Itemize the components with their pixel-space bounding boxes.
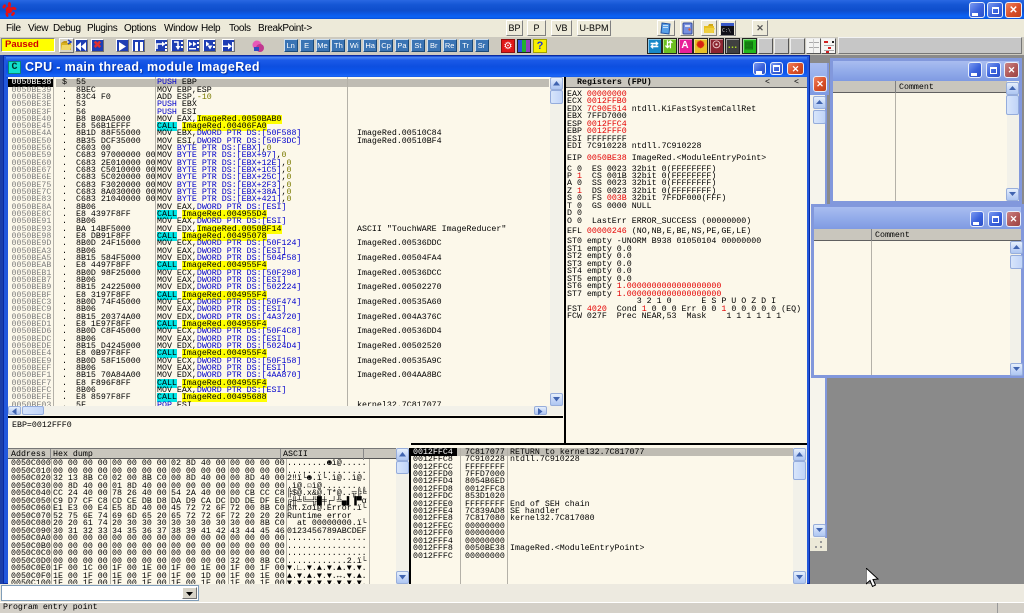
svg-text:C:\: C:\ [722,28,731,34]
